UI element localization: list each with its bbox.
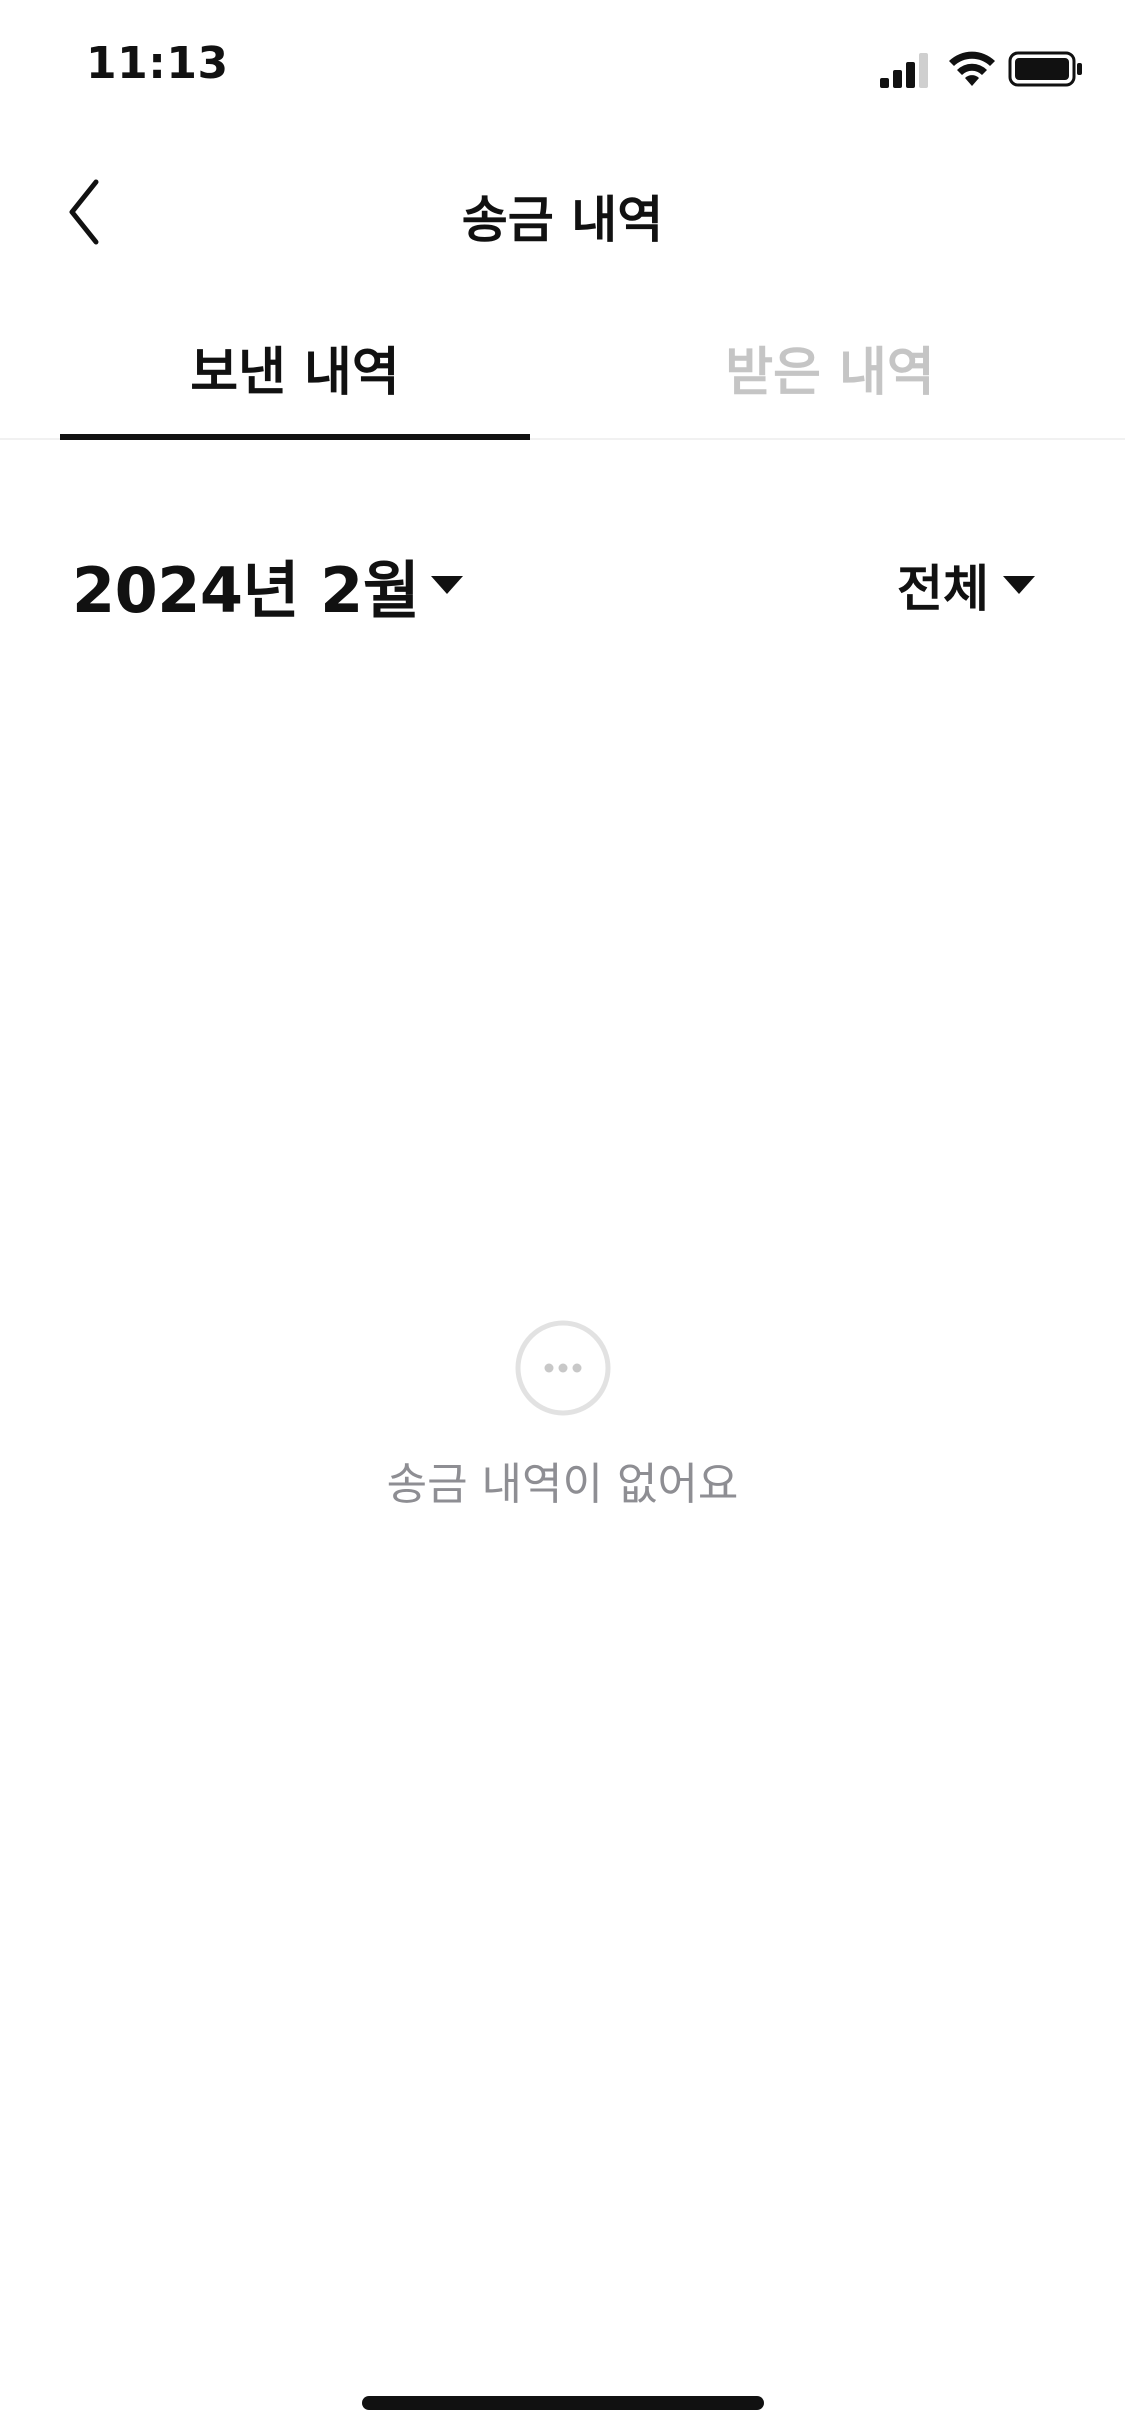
caret-down-icon bbox=[431, 576, 464, 594]
battery-icon bbox=[1008, 51, 1082, 87]
empty-state: 송금 내역이 없어요 bbox=[0, 1320, 1125, 1512]
home-indicator[interactable] bbox=[362, 2396, 764, 2410]
month-picker-button[interactable]: 2024년 2월 bbox=[72, 540, 464, 630]
empty-state-message: 송금 내역이 없어요 bbox=[386, 1459, 739, 1510]
status-bar: 11:13 bbox=[0, 0, 1125, 140]
more-horizontal-circle-icon bbox=[515, 1320, 610, 1416]
month-picker-label: 2024년 2월 bbox=[72, 554, 420, 627]
type-filter-button[interactable]: 전체 bbox=[897, 540, 1035, 630]
tab-received[interactable]: 받은 내역 bbox=[595, 300, 1065, 438]
caret-down-icon bbox=[1003, 576, 1035, 594]
type-filter-label: 전체 bbox=[897, 560, 989, 618]
tab-bar: 보낸 내역 받은 내역 bbox=[0, 300, 1125, 440]
nav-bar: 송금 내역 bbox=[0, 150, 1125, 276]
page-title: 송금 내역 bbox=[461, 191, 664, 249]
tab-sent-label: 보낸 내역 bbox=[190, 343, 400, 403]
signal-icon bbox=[880, 53, 928, 88]
wifi-icon bbox=[949, 51, 995, 86]
tab-received-label: 받은 내역 bbox=[725, 343, 935, 403]
filter-row: 2024년 2월 전체 bbox=[0, 540, 1125, 630]
active-tab-indicator bbox=[60, 434, 530, 440]
status-time: 11:13 bbox=[86, 38, 229, 89]
tab-sent[interactable]: 보낸 내역 bbox=[60, 300, 530, 440]
